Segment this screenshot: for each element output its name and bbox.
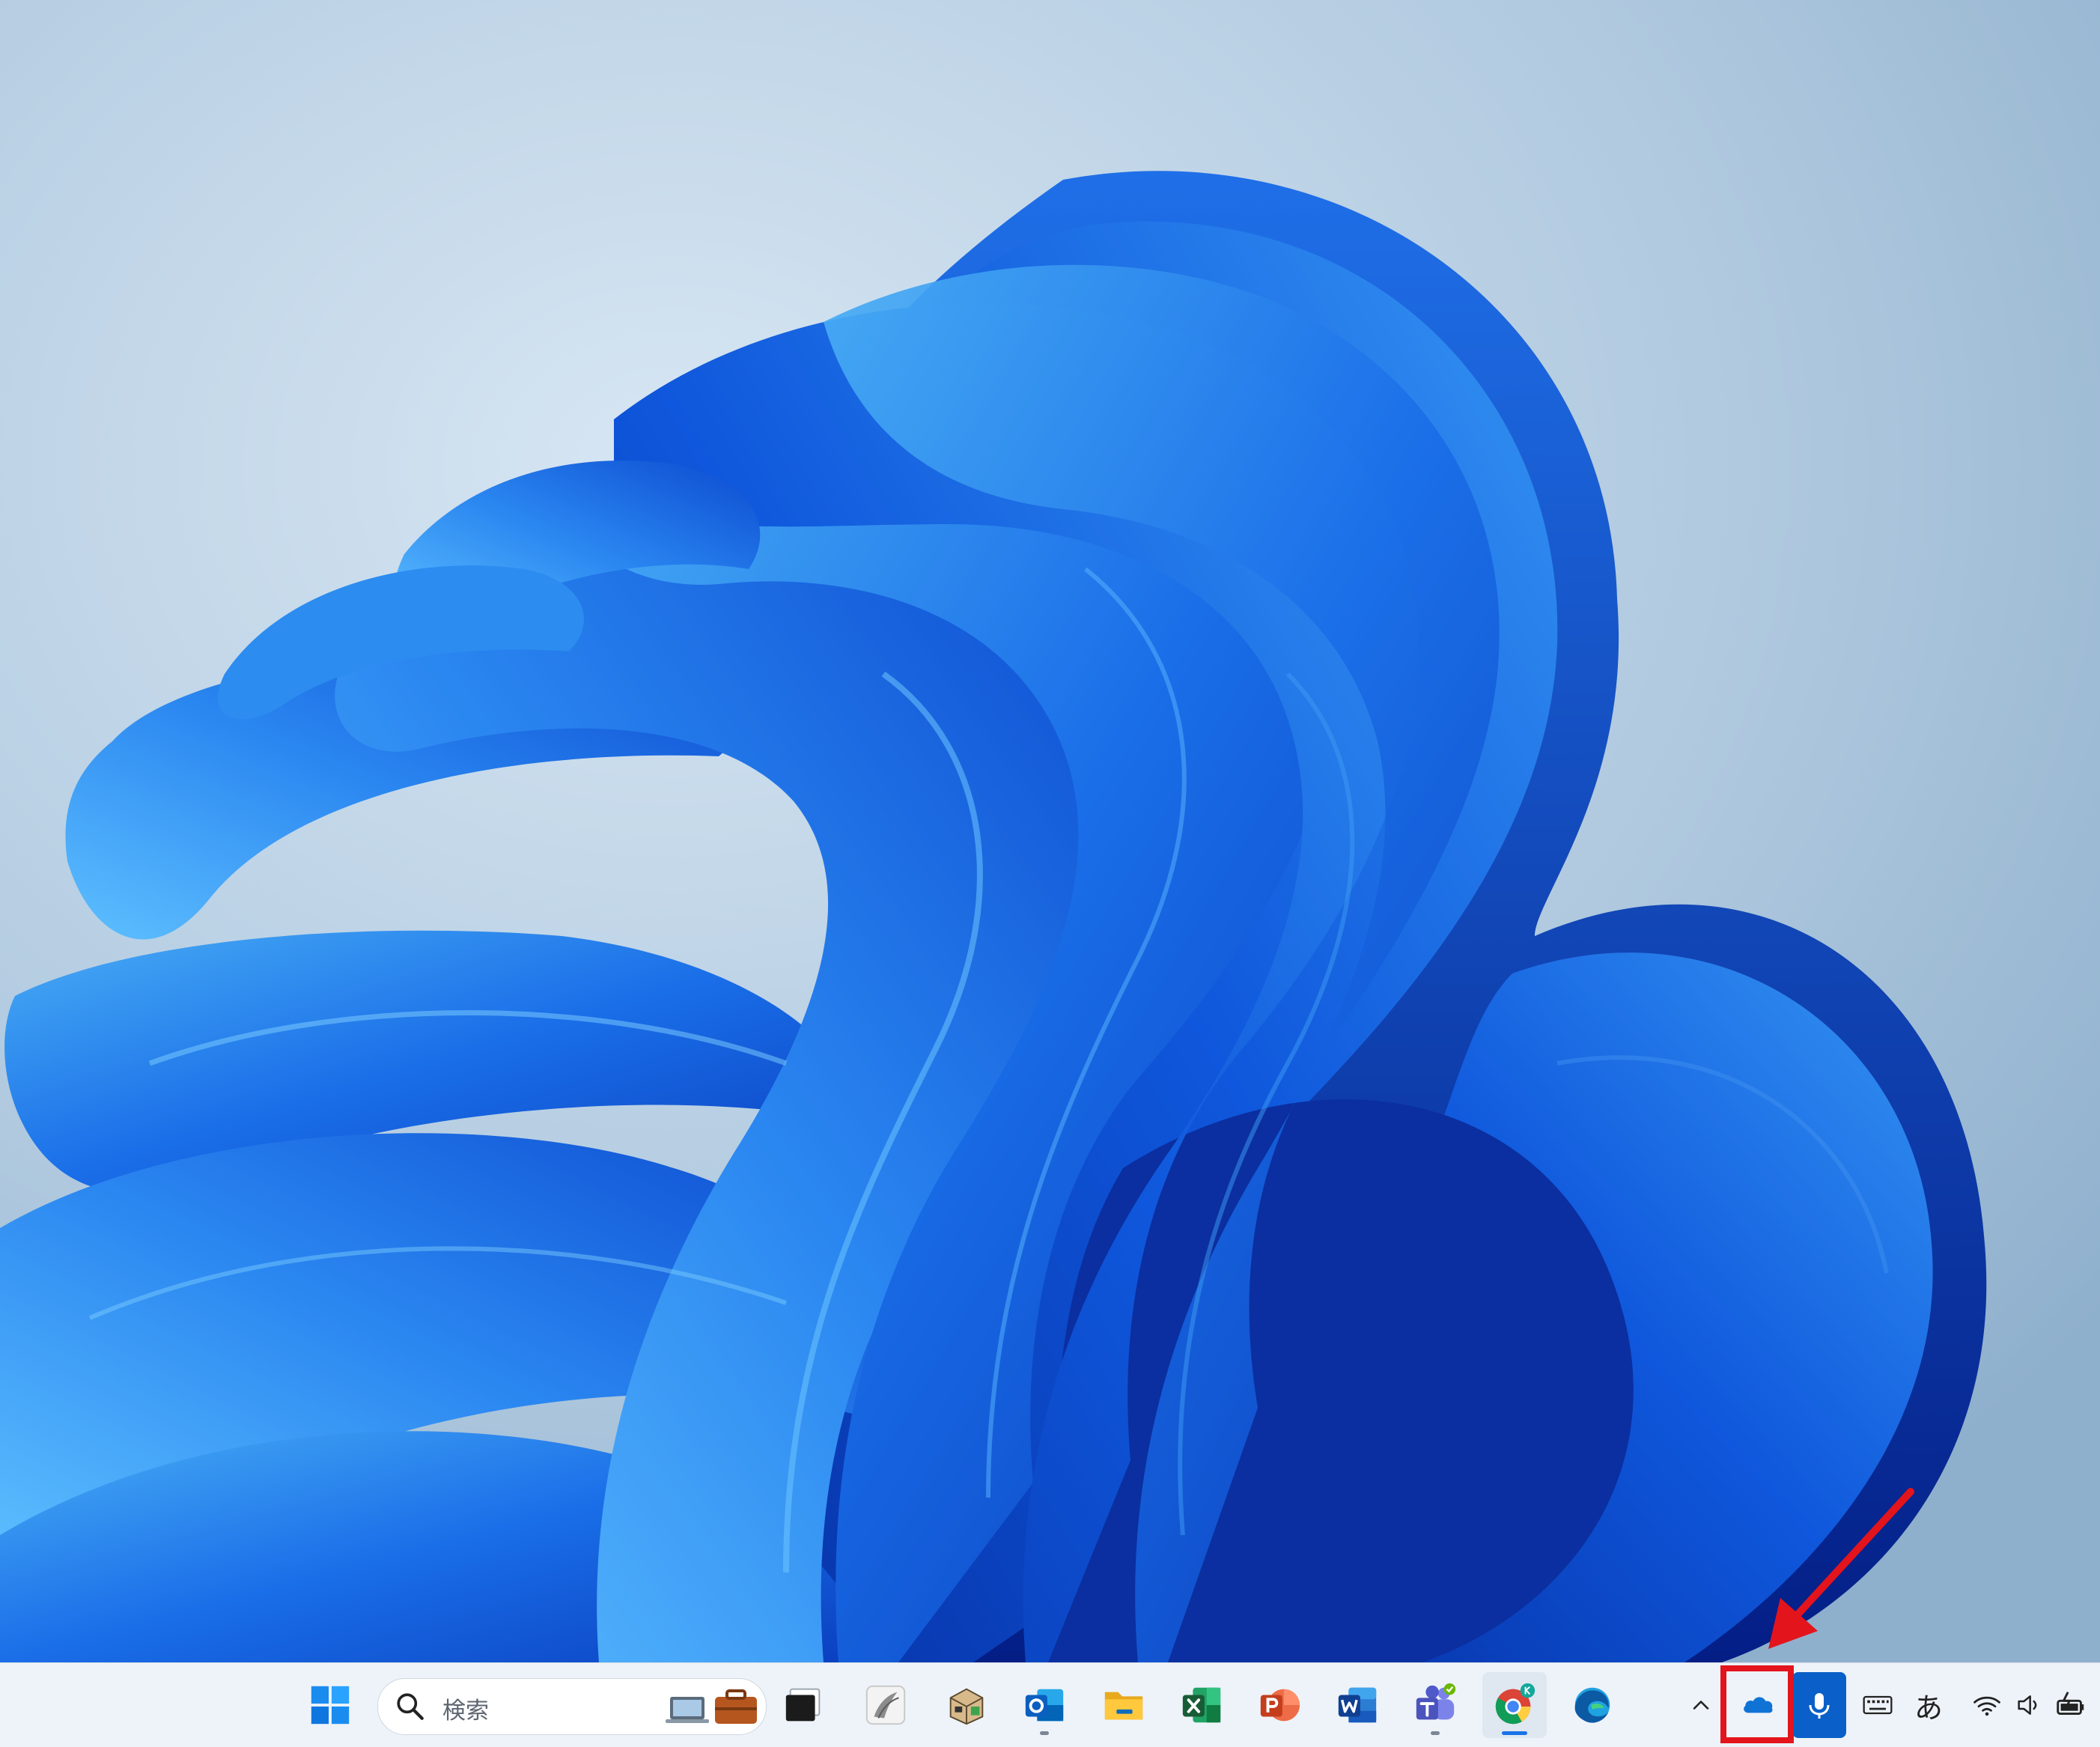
battery-icon: [2057, 1692, 2084, 1715]
search-icon: [397, 1693, 424, 1720]
task-view-button[interactable]: [773, 1672, 837, 1738]
teams-icon: [1416, 1683, 1456, 1720]
start-button[interactable]: [298, 1672, 362, 1738]
speaker-icon: [2018, 1695, 2037, 1715]
red-arrow-annotation: [1768, 1488, 1914, 1649]
file-explorer-icon: [1104, 1692, 1143, 1720]
onedrive-highlight-box: [1720, 1665, 1794, 1743]
search-placeholder: 検索: [442, 1698, 489, 1725]
package-app-icon: [949, 1688, 984, 1725]
chevron-up-icon: [1693, 1701, 1709, 1710]
running-indicator: [1040, 1731, 1049, 1735]
taskbar-powerpoint[interactable]: [1247, 1672, 1312, 1738]
windows-start-icon: [311, 1686, 350, 1725]
excel-icon: [1182, 1687, 1221, 1723]
bloom-wallpaper: [0, 0, 2100, 1662]
battery-button[interactable]: [2050, 1677, 2092, 1734]
search-highlight-icon: [666, 1689, 757, 1724]
running-indicator: [1431, 1731, 1440, 1735]
desktop: [0, 0, 2100, 1662]
taskbar-chrome[interactable]: [1482, 1672, 1547, 1738]
keyboard-icon: [1863, 1695, 1893, 1715]
word-icon: [1338, 1687, 1377, 1723]
wifi-icon: [1973, 1696, 2000, 1716]
voice-input-button[interactable]: [1792, 1672, 1846, 1738]
search-box[interactable]: 検索: [377, 1678, 767, 1735]
touch-keyboard-button[interactable]: [1855, 1677, 1900, 1734]
taskbar-edge[interactable]: [1560, 1672, 1625, 1738]
show-hidden-icons-button[interactable]: [1683, 1677, 1719, 1734]
taskbar-teams[interactable]: [1403, 1672, 1467, 1738]
active-indicator: [1502, 1731, 1527, 1735]
taskbar-word[interactable]: [1325, 1672, 1390, 1738]
taskbar-excel[interactable]: [1169, 1672, 1234, 1738]
microphone-icon: [1809, 1693, 1830, 1719]
task-view-icon: [785, 1688, 821, 1722]
edge-icon: [1574, 1687, 1610, 1723]
taskbar-file-explorer[interactable]: [1092, 1672, 1156, 1738]
ime-mode-indicator[interactable]: あ: [1909, 1677, 1948, 1734]
powerpoint-icon: [1260, 1689, 1300, 1722]
chrome-icon: [1495, 1683, 1536, 1725]
ime-mode-label: あ: [1914, 1691, 1943, 1725]
taskbar-app-2[interactable]: [934, 1672, 999, 1738]
taskbar-outlook[interactable]: [1012, 1672, 1077, 1738]
volume-button[interactable]: [2011, 1677, 2047, 1734]
taskbar-app-1[interactable]: [853, 1672, 918, 1738]
app-icon: [865, 1685, 906, 1725]
network-button[interactable]: [1964, 1677, 2009, 1734]
outlook-icon: [1025, 1689, 1064, 1722]
